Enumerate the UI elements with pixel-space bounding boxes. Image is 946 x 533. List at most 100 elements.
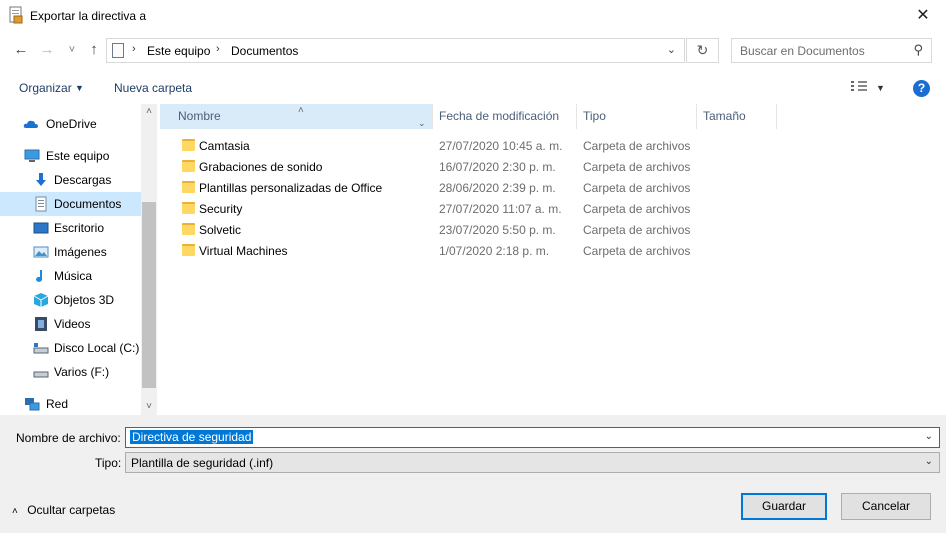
file-type: Carpeta de archivos <box>583 244 691 258</box>
hide-folders-button[interactable]: ˄ Ocultar carpetas <box>12 503 115 517</box>
refresh-button[interactable]: ↻ <box>686 38 719 63</box>
window-title: Exportar la directiva a <box>30 9 147 23</box>
document-icon <box>35 196 47 212</box>
scrollbar-thumb[interactable] <box>142 202 156 388</box>
file-name: Grabaciones de sonido <box>199 160 323 174</box>
file-list: Nombre ˄ ⌄ Fecha de modificación Tipo Ta… <box>160 104 946 415</box>
chevron-up-icon: ˄ <box>12 506 18 517</box>
pictures-icon <box>33 246 49 258</box>
file-date: 23/07/2020 5:50 p. m. <box>439 223 556 237</box>
scroll-up-icon[interactable]: ˄ <box>141 104 157 120</box>
sidebar-item-varios[interactable]: Varios (F:) <box>0 360 141 384</box>
folder-icon <box>182 223 195 235</box>
sidebar-item-descargas[interactable]: Descargas <box>0 168 141 192</box>
column-label: Nombre <box>178 109 221 123</box>
cancel-button[interactable]: Cancelar <box>841 493 931 520</box>
file-type-value: Plantilla de seguridad (.inf) <box>131 456 274 470</box>
documents-icon <box>112 43 124 58</box>
file-type: Carpeta de archivos <box>583 139 691 153</box>
view-options-icon[interactable] <box>851 81 867 93</box>
sidebar-item-label: Red <box>46 397 69 411</box>
filename-label: Nombre de archivo: <box>16 431 121 445</box>
sidebar-item-label: Documentos <box>54 197 122 211</box>
cloud-icon <box>23 120 38 128</box>
download-icon <box>36 173 46 186</box>
column-filter-dropdown-icon[interactable]: ⌄ <box>418 111 426 136</box>
cube-icon <box>33 293 49 307</box>
help-button[interactable]: ? <box>913 80 930 97</box>
file-type-dropdown-icon[interactable]: ⌄ <box>925 456 933 467</box>
file-name: Security <box>199 202 243 216</box>
column-header-tamano[interactable]: Tamaño <box>697 104 777 129</box>
sidebar-item-musica[interactable]: Música <box>0 264 141 288</box>
search-icon[interactable]: ⚲ <box>913 42 923 58</box>
column-header-fecha[interactable]: Fecha de modificación <box>433 104 577 129</box>
table-row[interactable]: Camtasia 27/07/2020 10:45 a. m. Carpeta … <box>160 135 946 156</box>
close-button[interactable]: ✕ <box>900 0 946 31</box>
command-bar: Organizar ▼ Nueva carpeta ▼ ? <box>0 72 946 104</box>
navigation-bar: ← → ˅ ↑ › Este equipo › Documentos ⌄ ↻ B… <box>0 31 946 71</box>
save-button[interactable]: Guardar <box>741 493 827 520</box>
sidebar-item-disco-local[interactable]: Disco Local (C:) <box>0 336 141 360</box>
address-dropdown-icon[interactable]: ⌄ <box>667 43 676 56</box>
back-button[interactable]: ← <box>12 41 30 59</box>
sidebar-item-label: Videos <box>54 317 91 331</box>
address-bar[interactable]: › Este equipo › Documentos ⌄ <box>106 38 685 63</box>
file-name: Camtasia <box>199 139 250 153</box>
folder-icon <box>182 139 195 151</box>
up-button[interactable]: ↑ <box>85 41 103 59</box>
file-name: Plantillas personalizadas de Office <box>199 181 383 195</box>
file-type-select[interactable]: Plantilla de seguridad (.inf) ⌄ <box>125 452 940 473</box>
sidebar-scrollbar[interactable]: ˄ ˅ <box>141 104 157 415</box>
filename-value[interactable]: Directiva de seguridad <box>130 430 254 444</box>
drive-icon <box>33 343 49 354</box>
search-input[interactable]: Buscar en Documentos ⚲ <box>731 38 932 63</box>
new-folder-button[interactable]: Nueva carpeta <box>114 81 192 95</box>
sidebar-item-objetos-3d[interactable]: Objetos 3D <box>0 288 141 312</box>
table-row[interactable]: Solvetic 23/07/2020 5:50 p. m. Carpeta d… <box>160 219 946 240</box>
sidebar-item-imagenes[interactable]: Imágenes <box>0 240 141 264</box>
save-form: Nombre de archivo: Directiva de segurida… <box>0 415 946 533</box>
file-name: Solvetic <box>199 223 242 237</box>
filename-field[interactable]: Directiva de seguridad ⌄ <box>125 427 940 448</box>
file-date: 1/07/2020 2:18 p. m. <box>439 244 550 258</box>
file-name: Virtual Machines <box>199 244 288 258</box>
breadcrumb-este-equipo[interactable]: Este equipo <box>147 44 210 58</box>
drive-icon <box>33 371 49 378</box>
sidebar-item-este-equipo[interactable]: Este equipo <box>0 144 141 168</box>
folder-icon <box>182 181 195 193</box>
file-type: Carpeta de archivos <box>583 181 691 195</box>
film-icon <box>35 317 47 331</box>
sidebar-item-videos[interactable]: Videos <box>0 312 141 336</box>
sidebar-item-label: Objetos 3D <box>54 293 115 307</box>
computer-icon <box>24 149 40 162</box>
column-header-tipo[interactable]: Tipo <box>577 104 697 129</box>
sort-ascending-icon: ˄ <box>298 105 304 116</box>
table-row[interactable]: Plantillas personalizadas de Office 28/0… <box>160 177 946 198</box>
sidebar-item-escritorio[interactable]: Escritorio <box>0 216 141 240</box>
organize-button[interactable]: Organizar <box>19 81 72 95</box>
breadcrumb-separator: › <box>132 43 136 55</box>
organize-caret-icon: ▼ <box>75 83 84 93</box>
table-row[interactable]: Security 27/07/2020 11:07 a. m. Carpeta … <box>160 198 946 219</box>
sidebar-item-label: Varios (F:) <box>54 365 110 379</box>
sidebar-item-documentos[interactable]: Documentos <box>0 192 141 216</box>
title-bar: Exportar la directiva a ✕ <box>0 0 946 31</box>
sidebar-item-red[interactable]: Red <box>0 392 141 416</box>
breadcrumb-documentos[interactable]: Documentos <box>231 44 298 58</box>
forward-button[interactable]: → <box>38 41 56 59</box>
desktop-icon <box>33 222 49 234</box>
sidebar-item-label: Escritorio <box>54 221 105 235</box>
view-options-caret-icon[interactable]: ▼ <box>876 83 885 93</box>
search-placeholder: Buscar en Documentos <box>740 44 865 58</box>
folder-icon <box>182 160 195 172</box>
recent-locations-button[interactable]: ˅ <box>63 41 81 59</box>
scroll-down-icon[interactable]: ˅ <box>141 399 157 415</box>
filename-dropdown-icon[interactable]: ⌄ <box>925 431 933 442</box>
table-row[interactable]: Virtual Machines 1/07/2020 2:18 p. m. Ca… <box>160 240 946 261</box>
sidebar-item-onedrive[interactable]: OneDrive <box>0 112 141 136</box>
column-header-nombre[interactable]: Nombre ˄ ⌄ <box>160 104 433 129</box>
table-row[interactable]: Grabaciones de sonido 16/07/2020 2:30 p.… <box>160 156 946 177</box>
sidebar-item-label: Este equipo <box>46 149 110 163</box>
file-type: Carpeta de archivos <box>583 202 691 216</box>
